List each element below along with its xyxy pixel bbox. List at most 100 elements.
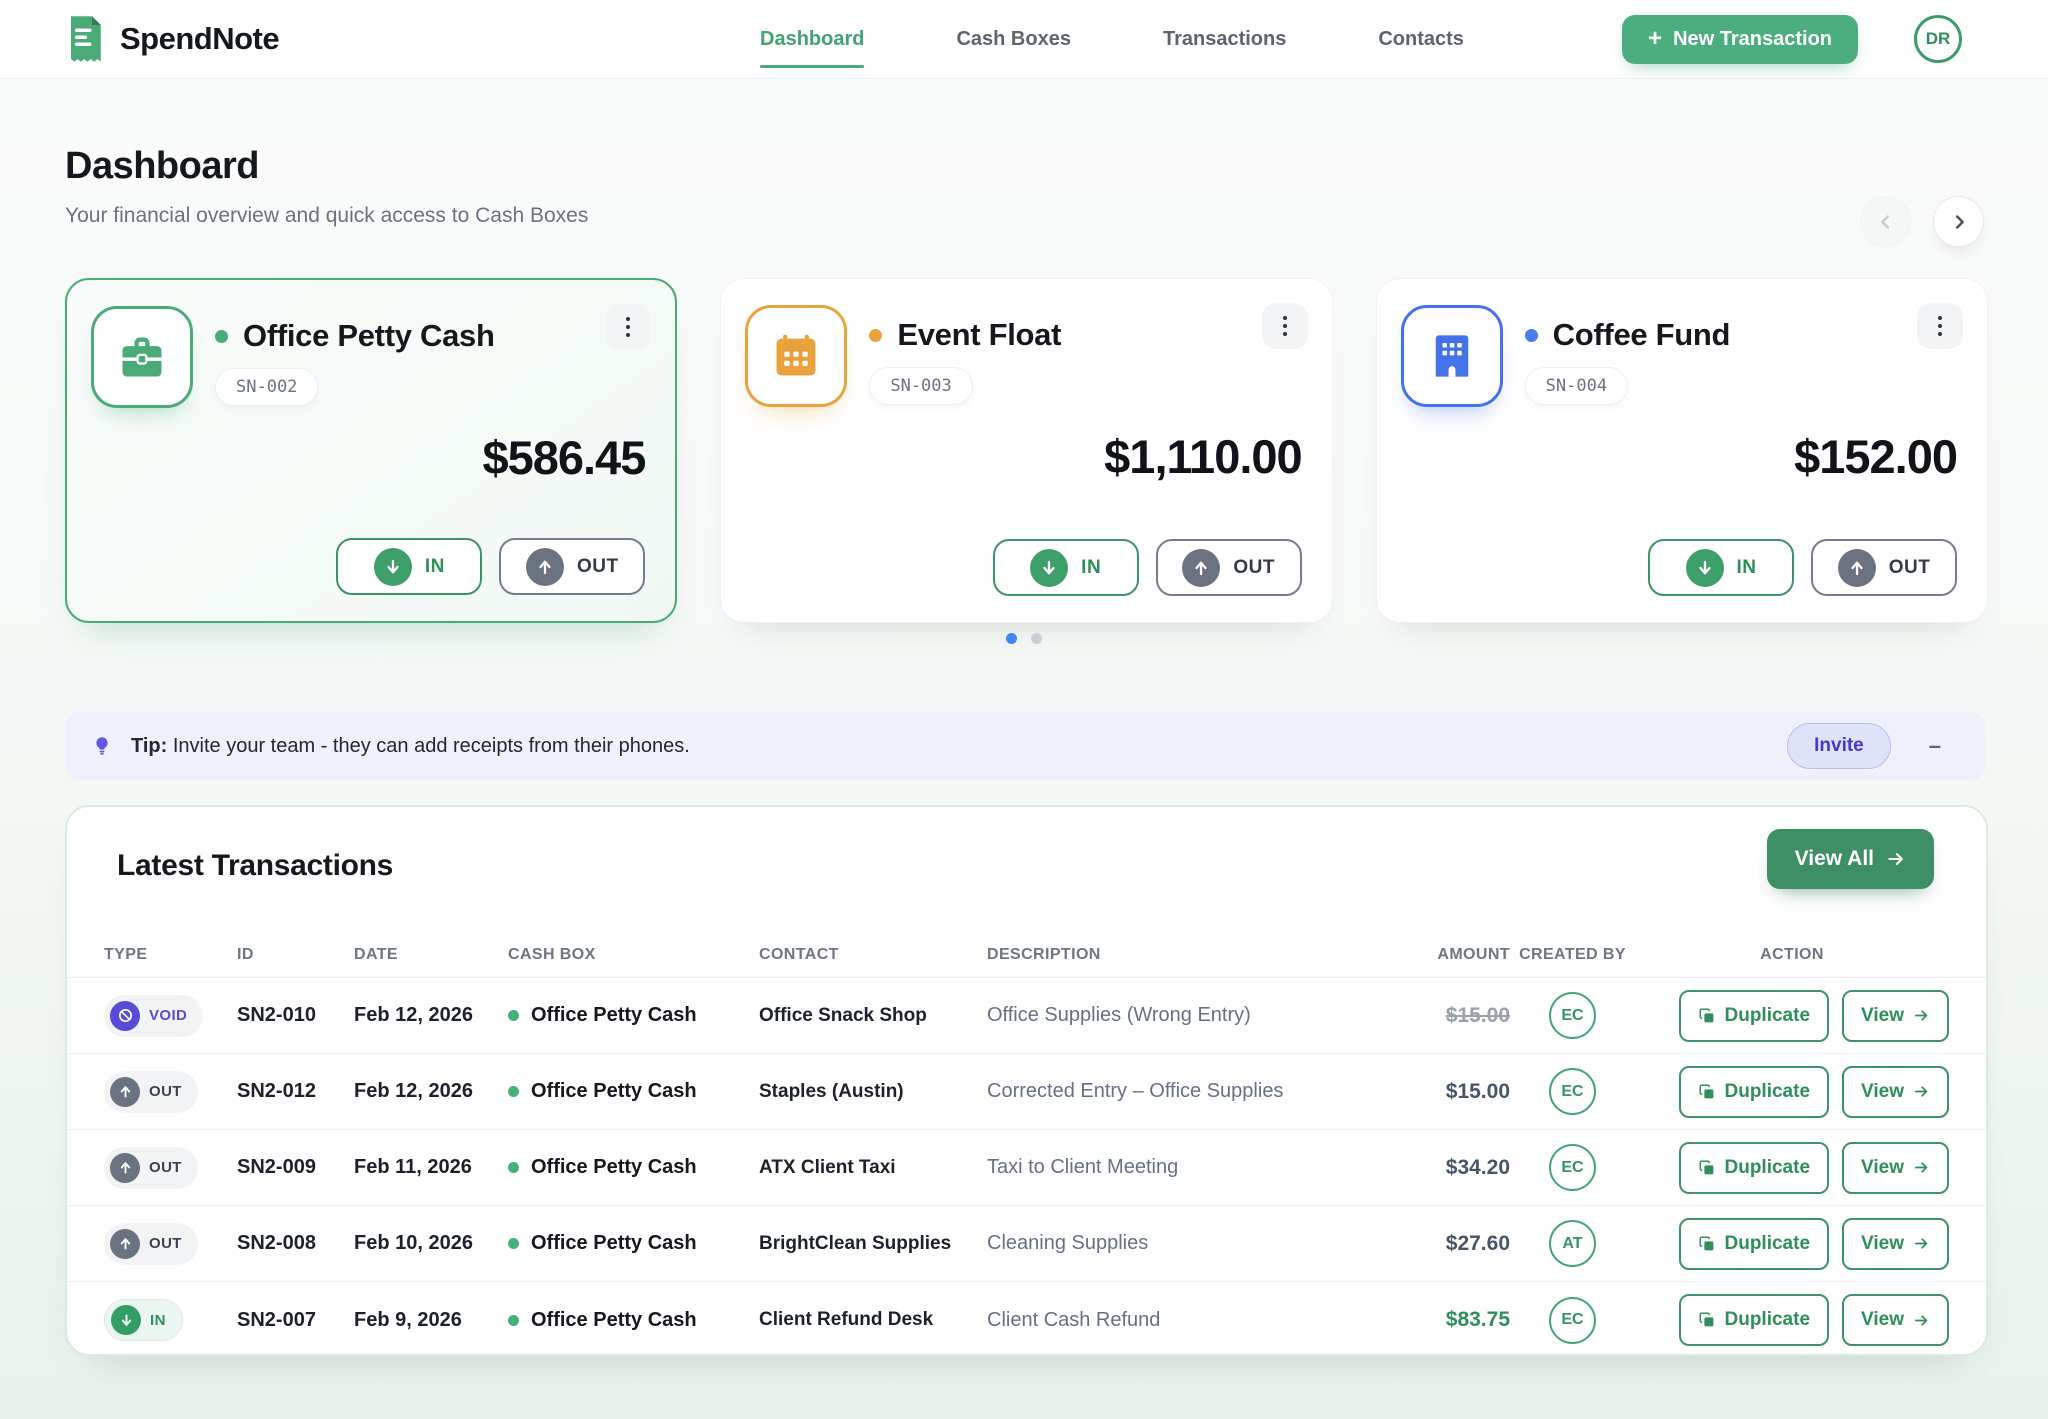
cash-in-button[interactable]: IN bbox=[336, 538, 482, 595]
transaction-id: SN2-010 bbox=[237, 1004, 354, 1027]
cashbox-card-row: Office Petty Cash SN-002 $586.45 IN OUT bbox=[65, 278, 1988, 623]
transaction-description: Client Cash Refund bbox=[987, 1309, 1405, 1332]
created-by-badge: EC bbox=[1549, 992, 1596, 1039]
arrow-up-icon bbox=[110, 1229, 140, 1259]
calendar-icon bbox=[770, 330, 822, 382]
lightbulb-icon bbox=[91, 734, 113, 758]
transaction-description: Cleaning Supplies bbox=[987, 1232, 1405, 1255]
arrow-right-icon bbox=[1886, 849, 1906, 869]
cashbox-menu-button[interactable] bbox=[605, 304, 651, 350]
copy-icon bbox=[1698, 1235, 1716, 1253]
cash-out-button[interactable]: OUT bbox=[499, 538, 645, 595]
cashbox-icon-tile bbox=[745, 305, 847, 407]
duplicate-button[interactable]: Duplicate bbox=[1679, 1066, 1830, 1118]
view-button[interactable]: View bbox=[1842, 1218, 1949, 1270]
cashbox-menu-button[interactable] bbox=[1917, 303, 1963, 349]
cashbox-dot bbox=[508, 1238, 519, 1249]
cashbox-name: Office Petty Cash bbox=[243, 318, 495, 354]
nav-cash-boxes[interactable]: Cash Boxes bbox=[956, 28, 1071, 51]
transaction-cashbox: Office Petty Cash bbox=[508, 1080, 759, 1103]
in-label: IN bbox=[1081, 557, 1101, 579]
nav-contacts[interactable]: Contacts bbox=[1378, 28, 1464, 51]
transaction-actions: Duplicate View bbox=[1635, 1142, 1949, 1194]
status-dot bbox=[1525, 329, 1538, 342]
cashbox-code-badge: SN-003 bbox=[869, 367, 972, 405]
copy-icon bbox=[1698, 1159, 1716, 1177]
view-all-button[interactable]: View All bbox=[1767, 829, 1934, 889]
transaction-cashbox: Office Petty Cash bbox=[508, 1156, 759, 1179]
carousel-prev-button[interactable] bbox=[1860, 196, 1911, 247]
nav-transactions[interactable]: Transactions bbox=[1163, 28, 1286, 51]
arrow-right-icon bbox=[1913, 1083, 1930, 1100]
cash-in-button[interactable]: IN bbox=[1648, 539, 1794, 596]
duplicate-button[interactable]: Duplicate bbox=[1679, 1142, 1830, 1194]
carousel-next-button[interactable] bbox=[1933, 196, 1984, 247]
view-button[interactable]: View bbox=[1842, 1142, 1949, 1194]
plus-icon: + bbox=[1648, 27, 1662, 51]
duplicate-button[interactable]: Duplicate bbox=[1679, 990, 1830, 1042]
carousel-dot-active[interactable] bbox=[1006, 633, 1017, 644]
carousel-arrows bbox=[1860, 196, 1984, 247]
in-label: IN bbox=[1737, 557, 1757, 579]
main-nav: Dashboard Cash Boxes Transactions Contac… bbox=[760, 28, 1464, 51]
tip-dismiss-button[interactable]: – bbox=[1929, 733, 1941, 759]
view-button[interactable]: View bbox=[1842, 1066, 1949, 1118]
cash-out-button[interactable]: OUT bbox=[1156, 539, 1302, 596]
cashbox-card-office-petty-cash[interactable]: Office Petty Cash SN-002 $586.45 IN OUT bbox=[65, 278, 677, 623]
cashbox-name: Coffee Fund bbox=[1553, 317, 1731, 353]
view-button[interactable]: View bbox=[1842, 1294, 1949, 1346]
page-heading: Dashboard Your financial overview and qu… bbox=[65, 145, 588, 228]
copy-icon bbox=[1698, 1007, 1716, 1025]
transaction-actions: Duplicate View bbox=[1635, 1218, 1949, 1270]
arrow-up-icon bbox=[1182, 549, 1220, 587]
transaction-actions: Duplicate View bbox=[1635, 990, 1949, 1042]
duplicate-button[interactable]: Duplicate bbox=[1679, 1294, 1830, 1346]
carousel-dot-inactive[interactable] bbox=[1031, 633, 1042, 644]
transaction-description: Taxi to Client Meeting bbox=[987, 1156, 1405, 1179]
arrow-down-icon bbox=[1686, 549, 1724, 587]
transactions-column-header: TYPE ID DATE CASH BOX CONTACT DESCRIPTIO… bbox=[67, 932, 1986, 978]
cash-out-button[interactable]: OUT bbox=[1811, 539, 1957, 596]
type-badge-out: OUT bbox=[104, 1147, 198, 1189]
page-title: Dashboard bbox=[65, 145, 588, 188]
user-avatar[interactable]: DR bbox=[1914, 15, 1962, 63]
arrow-down-icon bbox=[111, 1305, 141, 1335]
cash-in-button[interactable]: IN bbox=[993, 539, 1139, 596]
transaction-contact: Client Refund Desk bbox=[759, 1309, 987, 1331]
transaction-amount: $15.00 bbox=[1405, 1004, 1510, 1028]
cashbox-card-coffee-fund[interactable]: Coffee Fund SN-004 $152.00 IN OUT bbox=[1376, 278, 1988, 623]
tip-banner: Tip: Invite your team - they can add rec… bbox=[65, 712, 1985, 780]
brand-name: SpendNote bbox=[120, 21, 279, 57]
created-by-badge: EC bbox=[1549, 1297, 1596, 1344]
brand-logo[interactable]: SpendNote bbox=[64, 14, 279, 64]
transaction-amount: $83.75 bbox=[1405, 1308, 1510, 1332]
transaction-contact: Staples (Austin) bbox=[759, 1081, 987, 1103]
duplicate-button[interactable]: Duplicate bbox=[1679, 1218, 1830, 1270]
invite-button[interactable]: Invite bbox=[1787, 723, 1891, 769]
cashbox-icon-tile bbox=[1401, 305, 1503, 407]
view-all-label: View All bbox=[1795, 847, 1874, 871]
tip-text: Tip: Invite your team - they can add rec… bbox=[131, 735, 690, 758]
transaction-contact: ATX Client Taxi bbox=[759, 1157, 987, 1179]
type-badge-out: OUT bbox=[104, 1223, 198, 1265]
nav-dashboard[interactable]: Dashboard bbox=[760, 28, 864, 51]
out-label: OUT bbox=[577, 556, 619, 578]
transactions-header: Latest Transactions View All bbox=[67, 807, 1986, 932]
type-badge-out: OUT bbox=[104, 1071, 198, 1113]
new-transaction-button[interactable]: + New Transaction bbox=[1622, 15, 1858, 64]
transaction-description: Corrected Entry – Office Supplies bbox=[987, 1080, 1405, 1103]
transaction-id: SN2-012 bbox=[237, 1080, 354, 1103]
transaction-date: Feb 9, 2026 bbox=[354, 1309, 508, 1332]
created-by-badge: EC bbox=[1549, 1068, 1596, 1115]
view-button[interactable]: View bbox=[1842, 990, 1949, 1042]
carousel-dots bbox=[0, 633, 2048, 644]
transaction-row: VOID SN2-010 Feb 12, 2026 Office Petty C… bbox=[67, 978, 1986, 1054]
arrow-right-icon bbox=[1913, 1312, 1930, 1329]
in-label: IN bbox=[425, 556, 445, 578]
transaction-cashbox: Office Petty Cash bbox=[508, 1309, 759, 1332]
transaction-actions: Duplicate View bbox=[1635, 1066, 1949, 1118]
cashbox-menu-button[interactable] bbox=[1262, 303, 1308, 349]
cashbox-card-event-float[interactable]: Event Float SN-003 $1,110.00 IN OUT bbox=[720, 278, 1332, 623]
cashbox-dot bbox=[508, 1162, 519, 1173]
col-id: ID bbox=[237, 946, 354, 964]
